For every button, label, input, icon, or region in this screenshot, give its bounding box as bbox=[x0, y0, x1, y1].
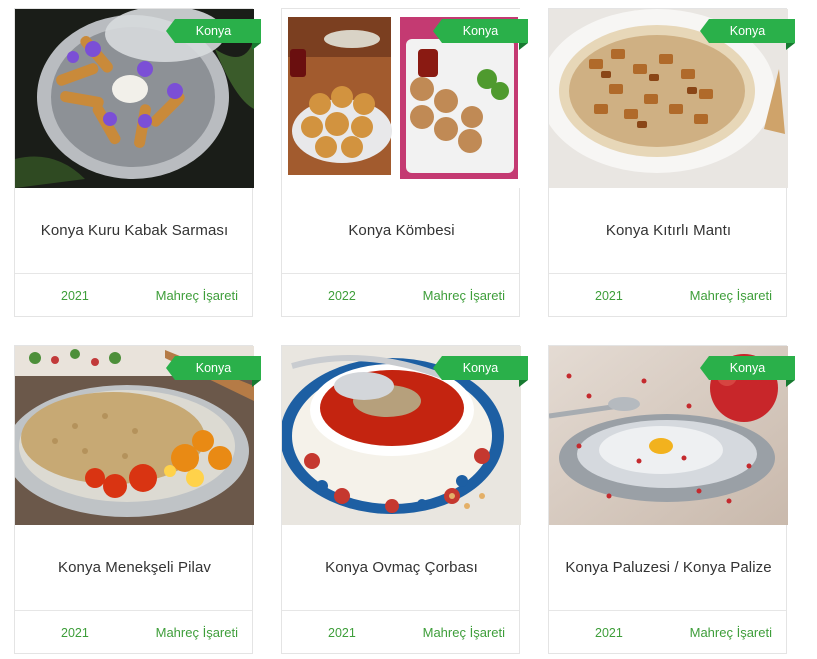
indication-type-link[interactable]: Mahreç İşareti bbox=[156, 288, 238, 303]
card-footer: 2021 Mahreç İşareti bbox=[15, 610, 252, 655]
indication-type-link[interactable]: Mahreç İşareti bbox=[690, 625, 772, 640]
card-title[interactable]: Konya Kömbesi bbox=[282, 188, 521, 273]
city-badge: Konya bbox=[166, 356, 261, 380]
product-card[interactable]: Konya Konya Menekşeli Pilav 2021 Mahreç … bbox=[14, 345, 261, 655]
card-footer: 2021 Mahreç İşareti bbox=[15, 273, 252, 318]
indication-type-link[interactable]: Mahreç İşareti bbox=[423, 625, 505, 640]
city-badge-fold bbox=[519, 380, 528, 387]
registration-year: 2021 bbox=[595, 626, 623, 640]
city-badge: Konya bbox=[166, 19, 261, 43]
card-footer: 2021 Mahreç İşareti bbox=[282, 610, 519, 655]
product-card[interactable]: Konya Konya Paluzesi / Konya Palize 2021… bbox=[548, 345, 795, 655]
card-footer: 2021 Mahreç İşareti bbox=[549, 610, 786, 655]
city-badge: Konya bbox=[433, 356, 528, 380]
product-card[interactable]: Konya Konya Kömbesi 2022 Mahreç İşareti bbox=[281, 8, 528, 318]
city-badge: Konya bbox=[700, 356, 795, 380]
registration-year: 2021 bbox=[61, 626, 89, 640]
city-badge-fold bbox=[786, 43, 795, 50]
product-card[interactable]: Konya Konya Kıtırlı Mantı 2021 Mahreç İş… bbox=[548, 8, 795, 318]
city-badge: Konya bbox=[433, 19, 528, 43]
registration-year: 2021 bbox=[61, 289, 89, 303]
card-title[interactable]: Konya Ovmaç Çorbası bbox=[282, 525, 521, 610]
product-card[interactable]: Konya Konya Ovmaç Çorbası 2021 Mahreç İş… bbox=[281, 345, 528, 655]
card-title[interactable]: Konya Paluzesi / Konya Palize bbox=[549, 525, 788, 610]
card-title[interactable]: Konya Kuru Kabak Sarması bbox=[15, 188, 254, 273]
city-badge-fold bbox=[519, 43, 528, 50]
registration-year: 2022 bbox=[328, 289, 356, 303]
card-footer: 2022 Mahreç İşareti bbox=[282, 273, 519, 318]
card-footer: 2021 Mahreç İşareti bbox=[549, 273, 786, 318]
indication-type-link[interactable]: Mahreç İşareti bbox=[690, 288, 772, 303]
indication-type-link[interactable]: Mahreç İşareti bbox=[156, 625, 238, 640]
city-badge-fold bbox=[252, 43, 261, 50]
indication-type-link[interactable]: Mahreç İşareti bbox=[423, 288, 505, 303]
city-badge: Konya bbox=[700, 19, 795, 43]
city-badge-fold bbox=[786, 380, 795, 387]
card-title[interactable]: Konya Menekşeli Pilav bbox=[15, 525, 254, 610]
registration-year: 2021 bbox=[595, 289, 623, 303]
card-title[interactable]: Konya Kıtırlı Mantı bbox=[549, 188, 788, 273]
product-card[interactable]: Konya Konya Kuru Kabak Sarması 2021 Mahr… bbox=[14, 8, 261, 318]
registration-year: 2021 bbox=[328, 626, 356, 640]
city-badge-fold bbox=[252, 380, 261, 387]
